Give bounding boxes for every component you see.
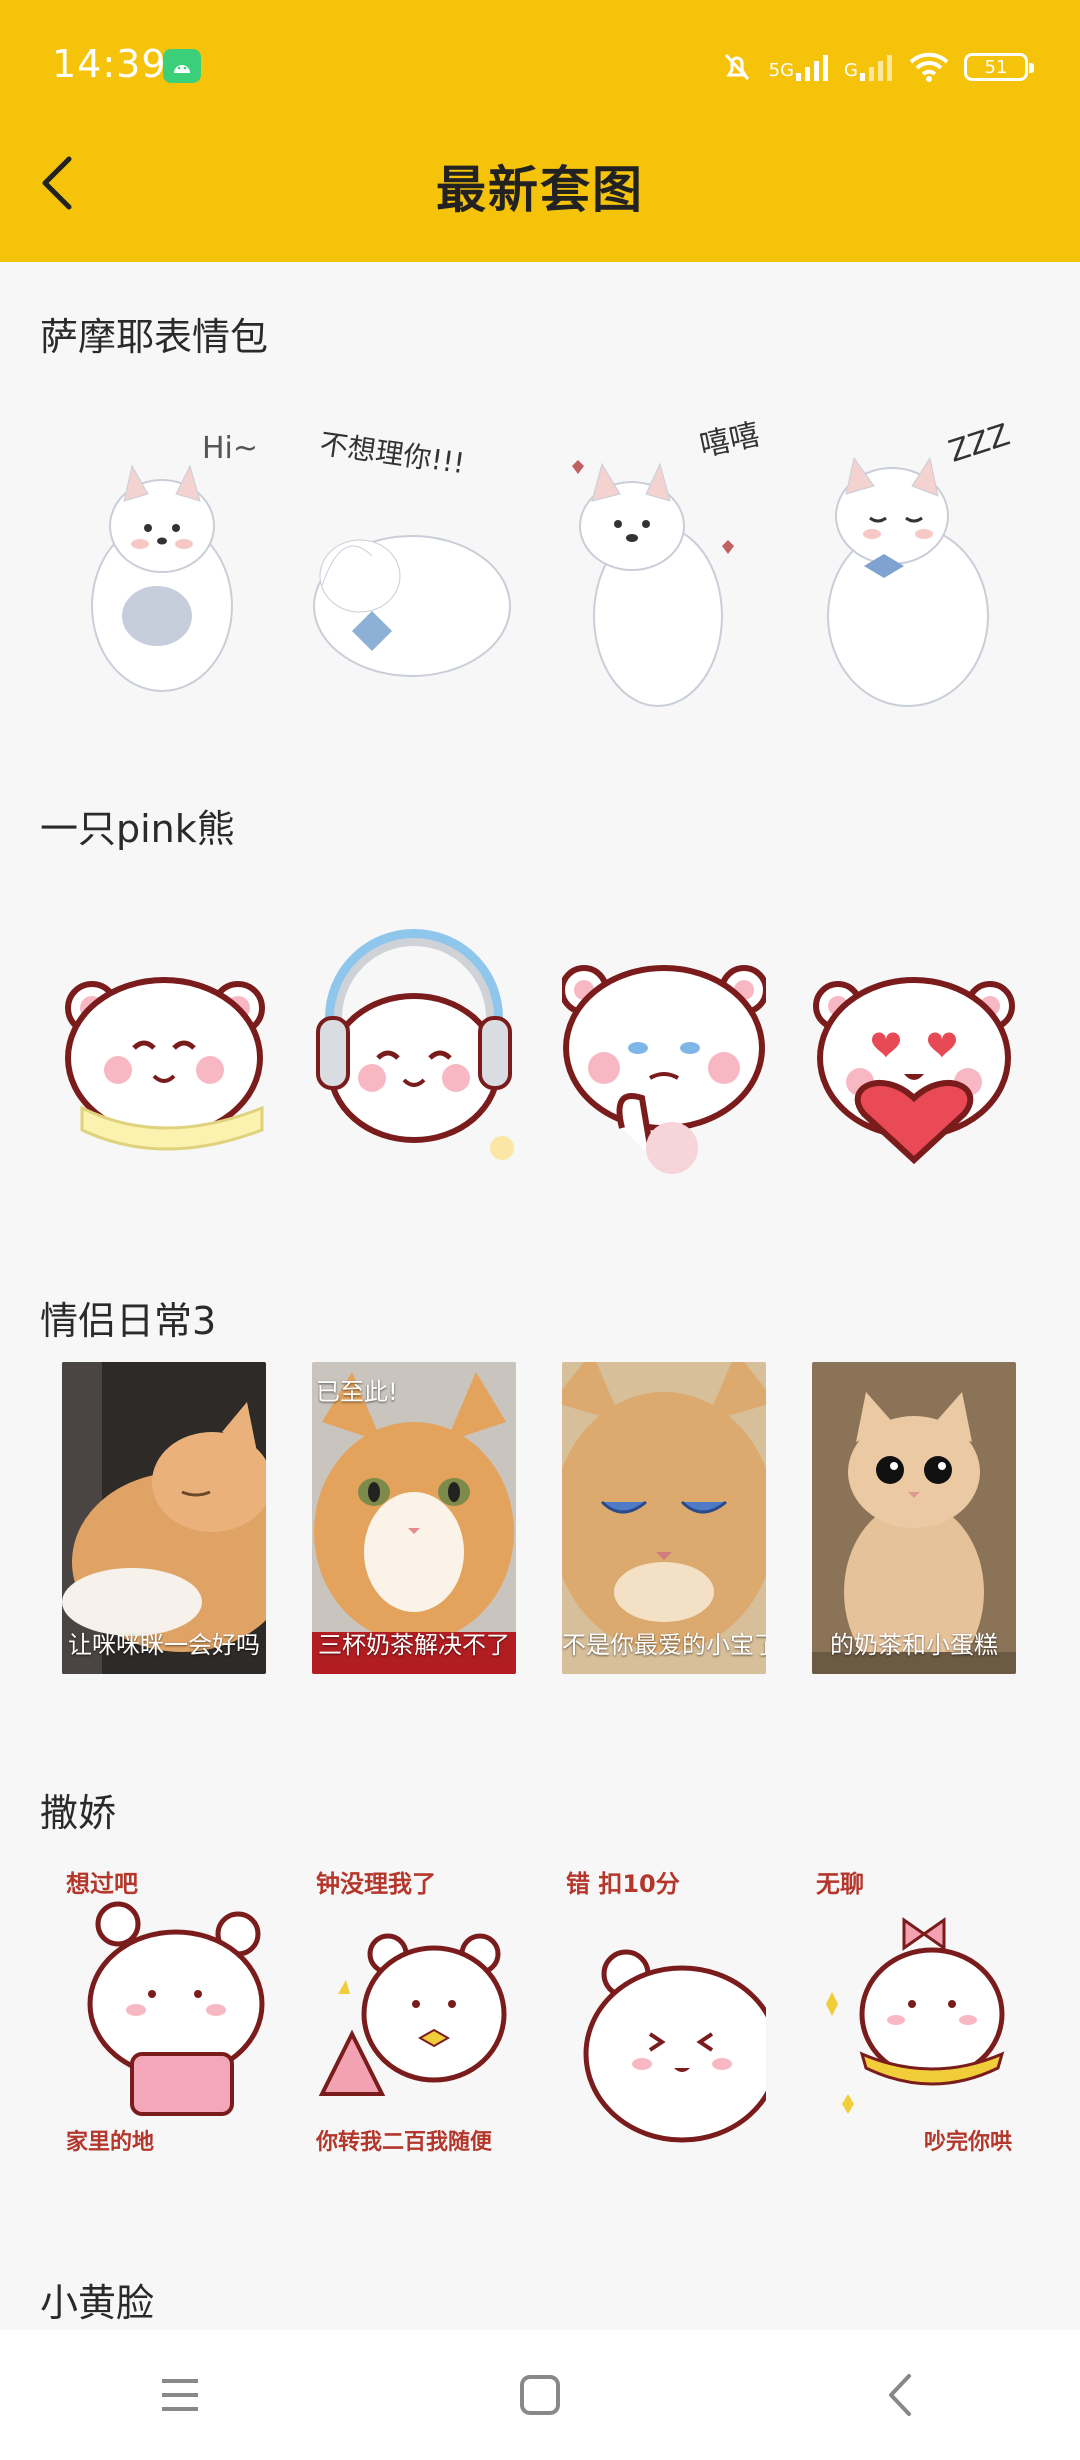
photo-caption: 让咪咪眯一会好吗: [68, 1631, 260, 1659]
bear-angry-sticker[interactable]: 错 扣10分: [562, 1854, 766, 2166]
sticker-caption-top: 无聊: [816, 1870, 864, 1898]
bear-shopping-sticker[interactable]: 钟没理我了 你转我二百我随便: [312, 1854, 516, 2166]
system-back-button[interactable]: [855, 2350, 945, 2440]
status-bar: 14:39 5G G 51: [0, 0, 1080, 134]
signal-5g-icon: 5G: [769, 53, 830, 81]
sticker-caption-top: 想过吧: [66, 1870, 138, 1898]
bear-heart-sticker[interactable]: [812, 898, 1016, 1210]
square-icon: [520, 2375, 560, 2415]
photo-caption: 的奶茶和小蛋糕: [830, 1631, 998, 1659]
status-icons: 5G G 51: [719, 44, 1034, 90]
menu-icon: [162, 2379, 198, 2411]
sticker-caption-top: 错 扣10分: [566, 1870, 680, 1898]
bear-headphones-sticker[interactable]: [312, 898, 516, 1210]
recent-apps-button[interactable]: [135, 2350, 225, 2440]
sticker-grid: 想过吧 家里的地 钟没理我了 你转我二百我随便 错 扣10分 无聊 吵完你哄: [62, 1854, 1018, 2166]
section-title[interactable]: 萨摩耶表情包: [40, 306, 268, 361]
home-button[interactable]: [495, 2350, 585, 2440]
section-title[interactable]: 情侣日常3: [40, 1290, 216, 1345]
section-title[interactable]: 一只pink熊: [40, 798, 235, 853]
photo-caption: 三杯奶茶解决不了: [318, 1631, 510, 1659]
sticker-caption-bottom: 你转我二百我随便: [316, 2130, 493, 2155]
section-title[interactable]: 撒娇: [40, 1782, 116, 1837]
sticker-grid: [62, 898, 1018, 1210]
samoyed-hi-sticker[interactable]: Hi~: [62, 406, 266, 718]
bear-crying-sticker[interactable]: [562, 898, 766, 1210]
wifi-icon: [909, 52, 949, 82]
sticker-grid: 让咪咪眯一会好吗 已至此! 三杯奶茶解决不了 不是你最爱的小宝了 的奶茶和小蛋糕: [62, 1362, 1018, 1674]
sticker-caption-bottom: 吵完你哄: [923, 2130, 1012, 2155]
bear-handbag-sticker[interactable]: 想过吧 家里的地: [62, 1854, 266, 2166]
svg-text:Hi~: Hi~: [202, 431, 258, 466]
section-title[interactable]: 小黄脸: [40, 2272, 154, 2327]
samoyed-sleep-sticker[interactable]: ZZZ: [812, 406, 1016, 718]
bear-bow-sticker[interactable]: 无聊 吵完你哄: [812, 1854, 1016, 2166]
cat-sitting-photo[interactable]: 的奶茶和小蛋糕: [812, 1362, 1016, 1674]
sticker-caption-bottom: 家里的地: [66, 2130, 155, 2155]
battery-icon: 51: [964, 53, 1034, 81]
cat-crying-photo[interactable]: 不是你最爱的小宝了: [562, 1362, 766, 1674]
sticker-set-list[interactable]: 萨摩耶表情包 Hi~ 不想理你!!! 嘻嘻 ZZZ 一只pink熊 情侣日常3 …: [0, 262, 1080, 2330]
system-nav-bar: [0, 2330, 1080, 2460]
signal-g-icon: G: [844, 53, 894, 81]
photo-caption: 不是你最爱的小宝了: [562, 1631, 766, 1659]
bear-scarf-sticker[interactable]: [62, 898, 266, 1210]
status-time: 14:39: [52, 42, 167, 86]
photo-caption-top: 已至此!: [316, 1378, 398, 1406]
samoyed-hehe-sticker[interactable]: 嘻嘻: [562, 406, 766, 718]
app-header: 14:39 5G G 51 最新套图: [0, 0, 1080, 262]
chevron-left-icon: [889, 2374, 911, 2416]
page-title: 最新套图: [436, 161, 644, 219]
android-notification-icon: [163, 49, 201, 83]
cat-smiling-photo[interactable]: 已至此! 三杯奶茶解决不了: [312, 1362, 516, 1674]
sticker-caption-top: 钟没理我了: [316, 1870, 436, 1898]
mute-bell-icon: [724, 53, 749, 81]
sticker-grid: Hi~ 不想理你!!! 嘻嘻 ZZZ: [62, 406, 1018, 718]
samoyed-ignore-sticker[interactable]: 不想理你!!!: [312, 406, 516, 718]
cat-sleeping-photo[interactable]: 让咪咪眯一会好吗: [62, 1362, 266, 1674]
